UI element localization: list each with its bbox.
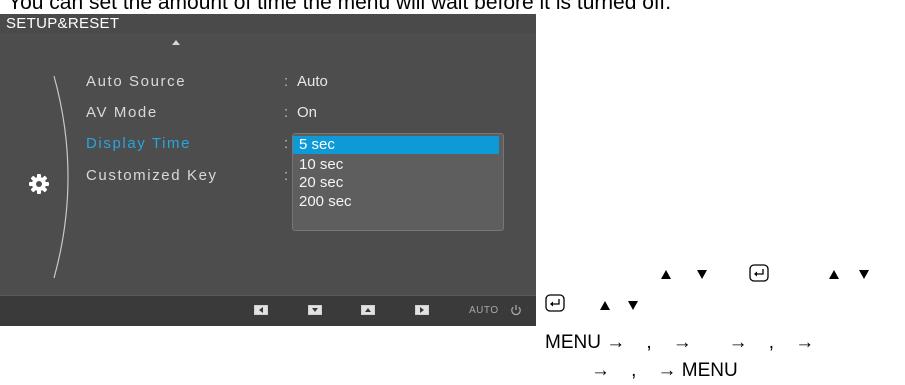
down-triangle-icon — [859, 270, 869, 279]
menu-separator: : — [284, 104, 289, 121]
menu-separator: : — [284, 167, 289, 184]
power-icon[interactable] — [510, 304, 522, 316]
menu-arc — [53, 75, 69, 279]
osd-body: Auto Source : Auto AV Mode : On Display … — [0, 33, 536, 295]
enter-key-icon — [749, 264, 769, 282]
up-triangle-icon — [600, 301, 610, 310]
down-triangle-icon — [697, 270, 707, 279]
right-arrow-icon[interactable] — [415, 305, 429, 315]
up-arrow-icon[interactable] — [361, 305, 375, 315]
up-triangle-icon — [661, 270, 671, 279]
menu-item-auto-source[interactable]: Auto Source — [86, 73, 186, 91]
option-20-sec[interactable]: 20 sec — [293, 174, 499, 192]
menu-item-display-time[interactable]: Display Time — [86, 135, 191, 153]
osd-menu-panel: SETUP&RESET Auto Source : Auto AV Mode:… — [0, 14, 536, 326]
enter-key-icon — [545, 294, 565, 312]
menu-path-line-1: MENU → , → → , → — [545, 332, 815, 353]
scroll-up-icon[interactable] — [172, 40, 180, 45]
display-time-dropdown[interactable]: 5 sec 10 sec 20 sec 200 sec — [292, 133, 504, 231]
gear-icon — [29, 174, 49, 194]
up-triangle-icon — [829, 270, 839, 279]
option-10-sec[interactable]: 10 sec — [293, 156, 499, 174]
menu-item-av-mode[interactable]: AV Mode — [86, 104, 158, 122]
menu-separator: : — [284, 73, 289, 90]
option-200-sec[interactable]: 200 sec — [293, 193, 499, 211]
down-triangle-icon — [628, 301, 638, 310]
auto-label[interactable]: AUTO — [469, 305, 499, 317]
menu-separator: : — [284, 135, 289, 152]
left-arrow-icon[interactable] — [254, 305, 268, 315]
menu-path-line-2: → , → MENU — [591, 360, 738, 381]
instruction-caption: You can set the amount of time the menu … — [8, 0, 672, 14]
option-5-sec[interactable]: 5 sec — [293, 136, 499, 154]
osd-title: SETUP&RESET — [6, 15, 120, 32]
down-arrow-icon[interactable] — [308, 305, 322, 315]
av-mode-value: On — [297, 104, 318, 121]
osd-footer: AUTO — [0, 295, 536, 326]
auto-source-value: Auto — [297, 73, 328, 90]
menu-item-customized-key[interactable]: Customized Key — [86, 167, 218, 185]
